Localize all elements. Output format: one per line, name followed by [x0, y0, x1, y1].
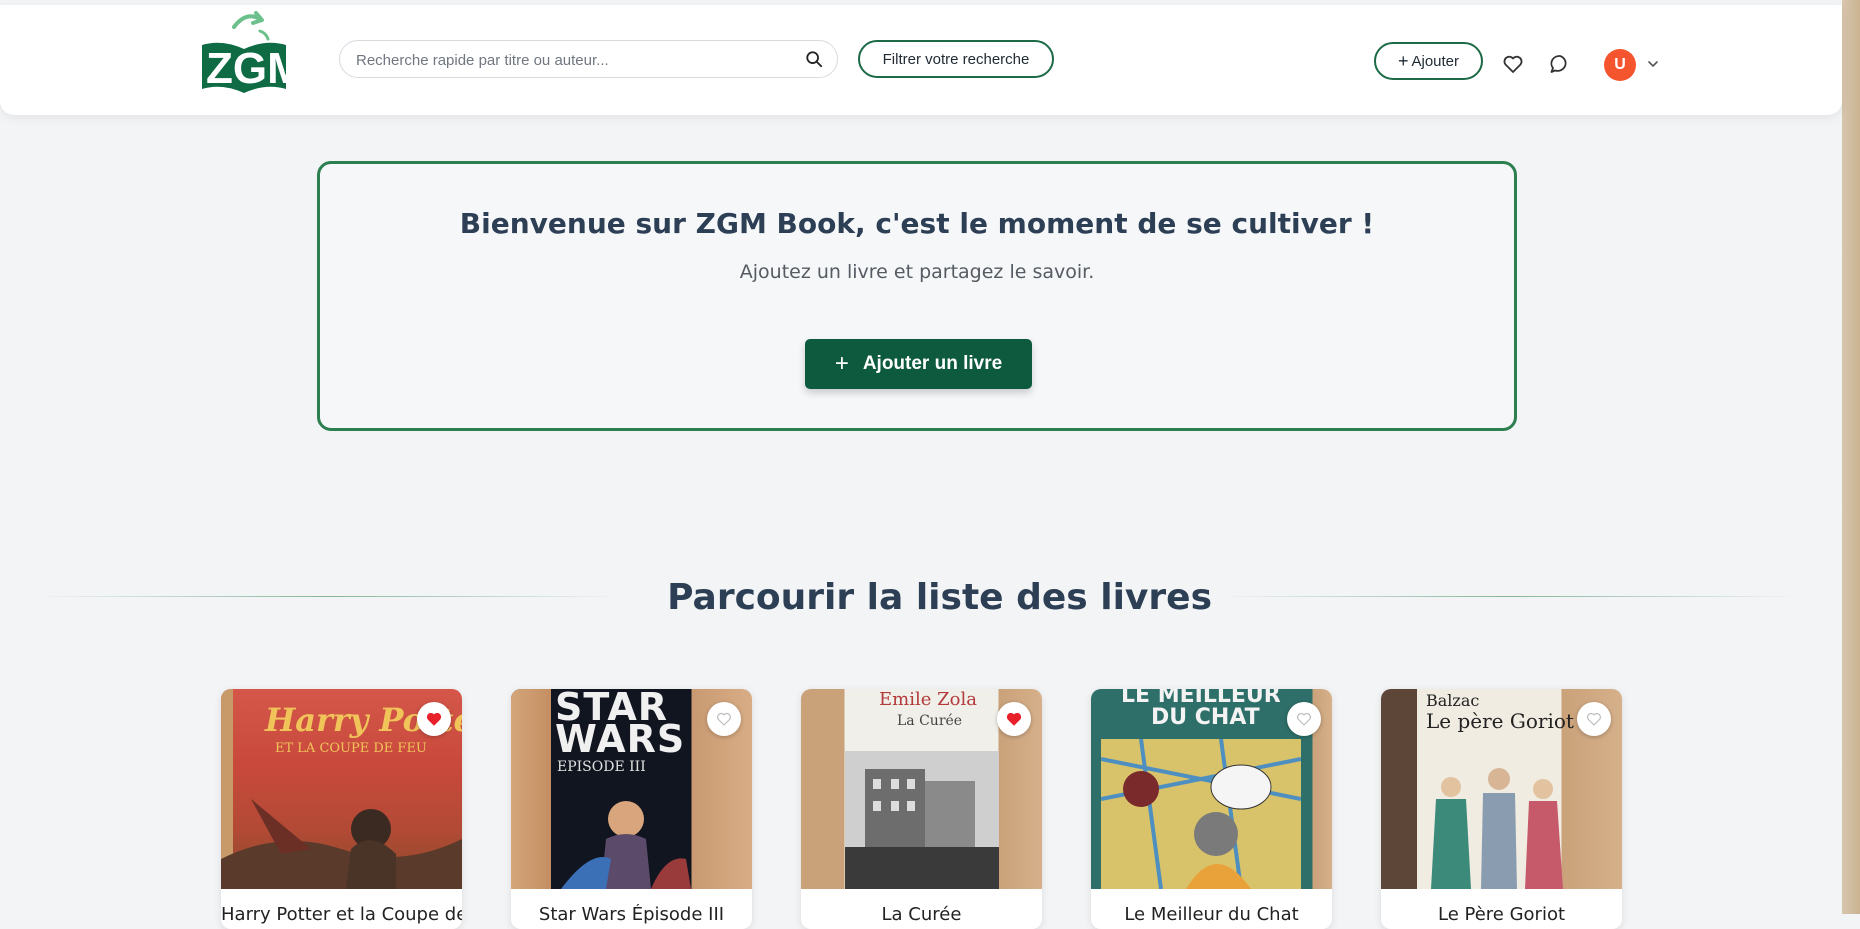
filter-button-label: Filtrer votre recherche: [883, 51, 1030, 68]
welcome-banner: Bienvenue sur ZGM Book, c'est le moment …: [317, 161, 1517, 431]
search-input[interactable]: [354, 41, 798, 79]
favorite-button[interactable]: [417, 702, 451, 736]
section-title: Parcourir la liste des livres: [667, 577, 1212, 618]
cover-illustration: [221, 759, 462, 889]
section-divider-right: [1218, 596, 1800, 597]
heart-outline-icon: [1295, 710, 1313, 728]
plus-icon: +: [1398, 52, 1409, 70]
zgm-logo[interactable]: ZGM: [198, 9, 290, 105]
search-bar: [339, 40, 838, 78]
logo-text: ZGM: [206, 44, 290, 93]
section-divider-left: [36, 596, 620, 597]
book-card-harry-potter[interactable]: Harry Potter ET LA COUPE DE FEU Harry Po…: [221, 689, 462, 929]
welcome-subtitle: Ajoutez un livre et partagez le savoir.: [320, 261, 1514, 283]
avatar-initial: U: [1614, 56, 1626, 74]
book-card-la-curee[interactable]: Emile Zola La Curée La Curée: [801, 689, 1042, 929]
top-navbar: ZGM Filtrer votre recherche + Ajouter U: [0, 5, 1842, 115]
book-title: Harry Potter et la Coupe de Feu: [221, 904, 462, 925]
favorite-button[interactable]: [1577, 702, 1611, 736]
book-card-le-pere-goriot[interactable]: Balzac Le père Goriot Le Père Goriot: [1381, 689, 1622, 929]
heart-outline-icon: [1585, 710, 1603, 728]
plus-icon: +: [835, 352, 849, 376]
heart-outline-icon: [715, 710, 733, 728]
cover-text: Le père Goriot: [1426, 709, 1574, 733]
add-book-button-label: Ajouter un livre: [863, 353, 1002, 375]
cover-text: ET LA COUPE DE FEU: [275, 741, 427, 756]
cover-text: Balzac: [1426, 691, 1479, 710]
favorites-heart-icon[interactable]: [1501, 52, 1525, 76]
book-title: Star Wars Épisode III: [511, 904, 752, 925]
cover-illustration: [1101, 739, 1301, 889]
cover-text: La Curée: [897, 713, 962, 729]
cover-text: EPISODE III: [557, 759, 646, 775]
chevron-down-icon[interactable]: [1647, 59, 1659, 69]
background-edge: [1842, 0, 1860, 914]
book-title: Le Père Goriot: [1381, 904, 1622, 925]
cover-illustration: [1421, 749, 1571, 889]
add-book-button[interactable]: + Ajouter un livre: [805, 339, 1032, 389]
favorite-button[interactable]: [1287, 702, 1321, 736]
search-icon[interactable]: [805, 50, 823, 68]
favorite-button[interactable]: [707, 702, 741, 736]
add-button[interactable]: + Ajouter: [1374, 42, 1483, 80]
user-avatar[interactable]: U: [1604, 49, 1636, 81]
heart-filled-icon: [425, 710, 443, 728]
heart-filled-icon: [1005, 710, 1023, 728]
book-title: La Curée: [801, 904, 1042, 925]
book-card-le-meilleur-du-chat[interactable]: LE MEILLEUR DU CHAT Le Meilleur du Chat: [1091, 689, 1332, 929]
cover-text: WARS: [555, 717, 685, 761]
cover-illustration: [551, 779, 692, 889]
favorite-button[interactable]: [997, 702, 1031, 736]
filter-button[interactable]: Filtrer votre recherche: [858, 40, 1054, 78]
messages-icon[interactable]: [1548, 52, 1572, 76]
cover-text: DU CHAT: [1151, 705, 1260, 730]
book-title: Le Meilleur du Chat: [1091, 904, 1332, 925]
book-card-star-wars[interactable]: STAR WARS EPISODE III Star Wars Épisode …: [511, 689, 752, 929]
welcome-title: Bienvenue sur ZGM Book, c'est le moment …: [320, 207, 1514, 240]
cover-text: Emile Zola: [879, 689, 977, 710]
add-button-label: Ajouter: [1411, 53, 1459, 70]
section-heading: Parcourir la liste des livres: [652, 574, 1212, 620]
cover-illustration: [845, 751, 999, 889]
